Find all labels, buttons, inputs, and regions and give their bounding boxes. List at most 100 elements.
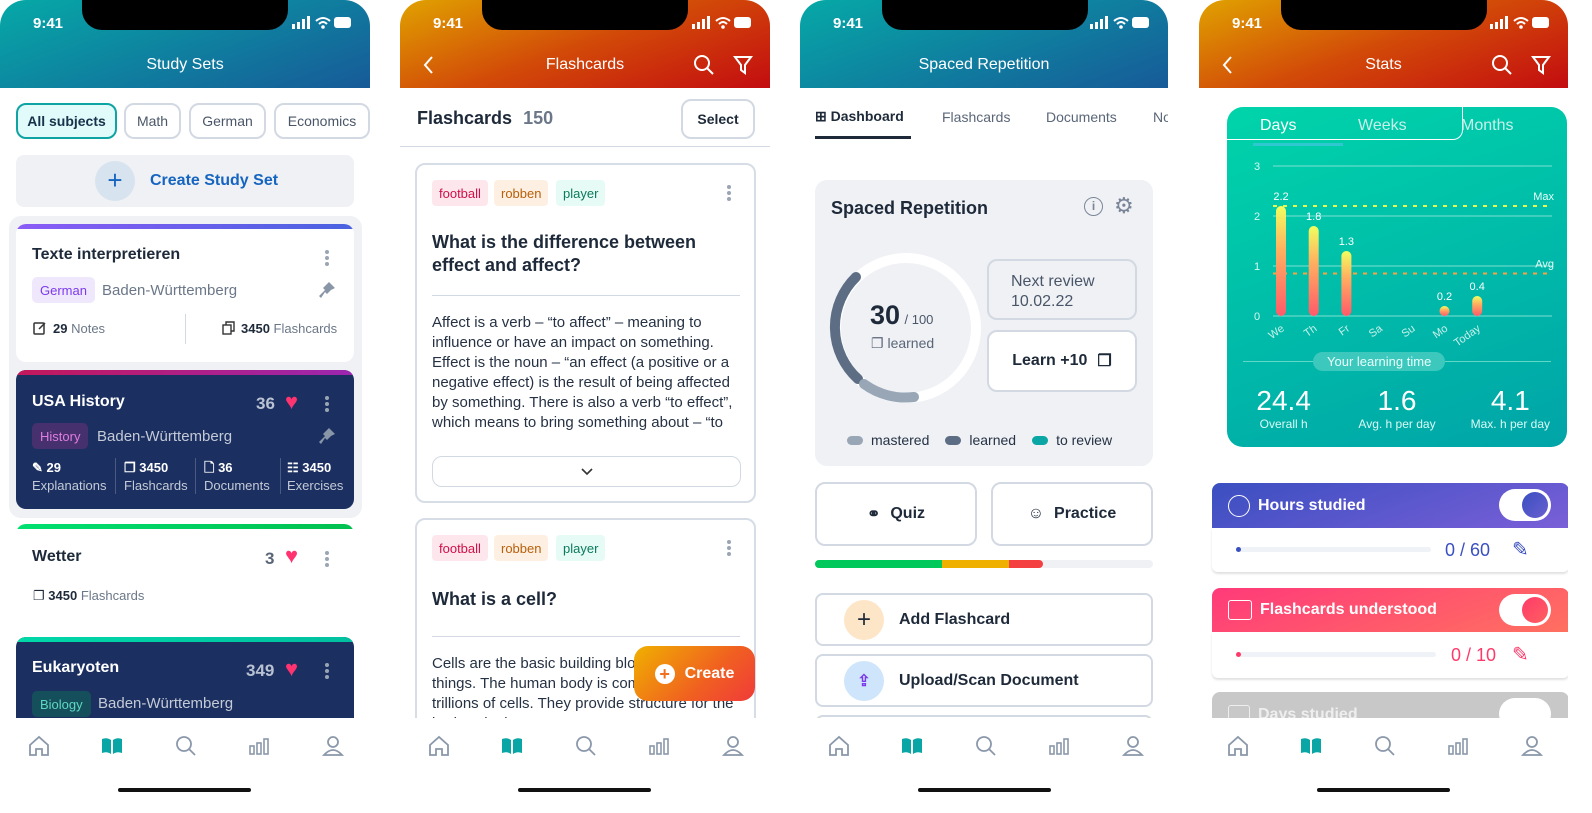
profile-icon[interactable]	[721, 734, 745, 758]
status-icons	[692, 16, 751, 29]
stats-icon[interactable]	[647, 734, 671, 758]
clock-icon	[1228, 494, 1250, 517]
home-icon[interactable]	[1226, 734, 1250, 758]
add-flashcard-button[interactable]: + Add Flashcard	[815, 593, 1153, 646]
more-icon[interactable]	[325, 551, 329, 569]
cards-icon: ❐	[1097, 353, 1112, 370]
book-icon[interactable]	[100, 734, 124, 758]
edit-icon[interactable]: ✎	[1512, 642, 1529, 667]
book-icon[interactable]	[900, 734, 924, 758]
bar-mo	[1439, 306, 1450, 316]
more-icon[interactable]	[325, 663, 329, 681]
more-icon[interactable]	[325, 396, 329, 414]
tab-weeks[interactable]: Weeks	[1358, 117, 1407, 135]
filter-math[interactable]: Math	[124, 103, 181, 139]
quiz-button[interactable]: ⚭ Quiz	[815, 482, 977, 546]
tag: player	[556, 180, 606, 206]
flashcards-icon	[222, 321, 235, 335]
flashcards-icon: ❐	[33, 588, 45, 603]
more-icon[interactable]	[727, 185, 731, 203]
heart-icon[interactable]: ♥	[285, 543, 298, 569]
bar-today	[1472, 296, 1483, 316]
y-tick-label: 1	[1254, 261, 1260, 273]
learned-label: ❐ learned	[871, 335, 935, 351]
x-tick-label: Sa	[1367, 322, 1386, 340]
flashcard[interactable]: football robben player What is the diffe…	[415, 163, 756, 503]
header: 9:41 Flashcards	[400, 0, 770, 88]
pin-icon[interactable]	[317, 280, 337, 300]
stats-icon[interactable]	[1446, 734, 1470, 758]
heart-icon[interactable]: ♥	[285, 656, 298, 682]
subject-tag: Biology	[32, 691, 91, 717]
book-icon[interactable]	[1299, 734, 1323, 758]
tab-flashcards[interactable]: Flashcards	[942, 109, 1010, 125]
home-icon[interactable]	[827, 734, 851, 758]
max-hours: 4.1	[1490, 385, 1530, 416]
study-set-title: Eukaryoten	[32, 659, 120, 676]
tab-documents[interactable]: Documents	[1046, 109, 1117, 125]
search-icon[interactable]	[1373, 734, 1397, 758]
spaced-repetition-screen: 9:41 Spaced Repetition ⊞ Dashboard Flash…	[800, 0, 1168, 800]
study-set-card[interactable]: USA History 36 ♥ History Baden-Württembe…	[16, 370, 354, 509]
goal-flashcards-progress: 0 / 10 ✎	[1212, 632, 1568, 678]
tab-notes[interactable]: Notes	[1153, 109, 1168, 125]
search-icon[interactable]	[974, 734, 998, 758]
practice-button[interactable]: ☺ Practice	[991, 482, 1153, 546]
header: 9:41 Spaced Repetition	[800, 0, 1168, 88]
search-icon[interactable]	[693, 54, 715, 76]
book-icon[interactable]	[500, 734, 524, 758]
heart-icon[interactable]: ♥	[285, 389, 298, 415]
more-icon[interactable]	[727, 540, 731, 558]
stats-icon[interactable]	[247, 734, 271, 758]
search-icon[interactable]	[1491, 54, 1513, 76]
plus-icon: +	[844, 599, 884, 640]
status-icons	[1090, 16, 1149, 29]
search-icon[interactable]	[574, 734, 598, 758]
upload-document-button[interactable]: ⇪ Upload/Scan Document	[815, 654, 1153, 707]
profile-icon[interactable]	[1520, 734, 1544, 758]
tab-days[interactable]: Days	[1260, 117, 1296, 135]
create-button[interactable]: + Create	[634, 646, 755, 701]
expand-button[interactable]	[432, 456, 741, 487]
filter-economics[interactable]: Economics	[274, 103, 370, 139]
pin-icon[interactable]	[317, 426, 337, 446]
filter-icon[interactable]	[733, 54, 753, 76]
x-tick-label: Today	[1452, 322, 1483, 349]
home-icon[interactable]	[27, 734, 51, 758]
profile-icon[interactable]	[1121, 734, 1145, 758]
learn-button[interactable]: Learn +10 ❐	[987, 330, 1137, 392]
tab-dashboard[interactable]: ⊞ Dashboard	[815, 108, 904, 125]
create-study-set-button[interactable]: + Create Study Set	[16, 155, 354, 207]
tab-months[interactable]: Months	[1461, 117, 1513, 135]
select-button[interactable]: Select	[681, 99, 755, 139]
flashcards-screen: 9:41 Flashcards Flashcards 150 Select fo…	[400, 0, 770, 800]
status-time: 9:41	[433, 15, 464, 32]
study-set-card[interactable]: Texte interpretieren German Baden-Württe…	[16, 224, 354, 362]
gear-icon[interactable]: ⚙	[1114, 193, 1134, 219]
study-set-card[interactable]: Wetter 3 ♥ ❐ 3450 Flashcards	[16, 524, 354, 624]
stat-explanations: ✎ 29 Explanations	[32, 460, 107, 493]
filter-german[interactable]: German	[189, 103, 266, 139]
bar-fr	[1341, 251, 1352, 316]
card-icon	[1228, 600, 1252, 620]
tag: player	[556, 535, 606, 561]
upload-icon: ⇪	[844, 660, 884, 701]
goal-flashcards-understood: Flashcards understood	[1212, 588, 1568, 632]
avg-label: Avg	[1535, 259, 1554, 271]
filter-icon[interactable]	[1531, 54, 1551, 76]
profile-icon[interactable]	[321, 734, 345, 758]
flashcards-toggle[interactable]	[1499, 594, 1551, 626]
filter-all-subjects[interactable]: All subjects	[16, 103, 117, 139]
hours-toggle[interactable]	[1499, 489, 1551, 521]
edit-icon[interactable]: ✎	[1512, 537, 1529, 562]
info-icon[interactable]: i	[1084, 197, 1103, 216]
status-time: 9:41	[1232, 15, 1263, 32]
home-icon[interactable]	[427, 734, 451, 758]
notes-count: 29	[53, 321, 68, 336]
search-icon[interactable]	[174, 734, 198, 758]
bar-value-label: 0.2	[1437, 291, 1452, 303]
more-icon[interactable]	[325, 250, 329, 268]
bar-th	[1308, 226, 1319, 316]
study-sets-screen: 9:41 Study Sets All subjects Math German…	[0, 0, 370, 800]
stats-icon[interactable]	[1047, 734, 1071, 758]
